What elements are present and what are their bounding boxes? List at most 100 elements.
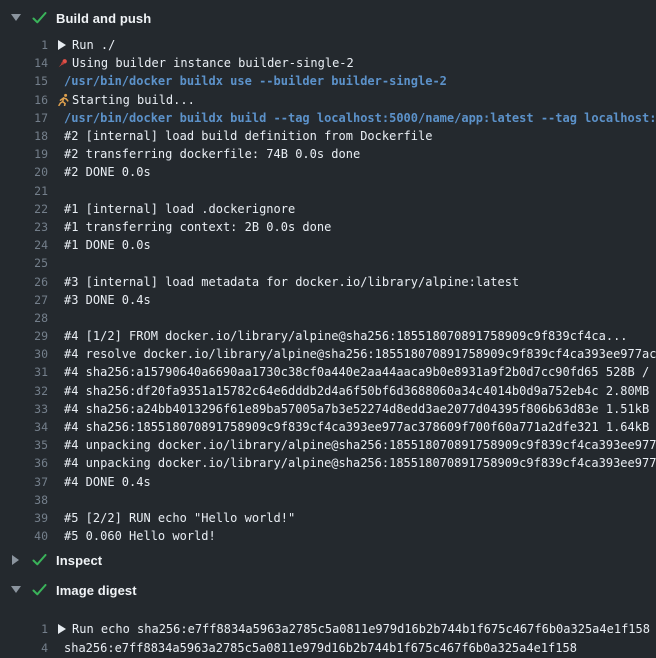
step-header-inspect[interactable]: Inspect (0, 545, 656, 575)
log-line: 19 #2 transferring dockerfile: 74B 0.0s d… (0, 145, 656, 163)
line-number[interactable]: 38 (0, 493, 48, 507)
line-number[interactable]: 27 (0, 293, 48, 307)
log-line: 4 sha256:e7ff8834a5963a2785c5a0811e979d16… (0, 638, 656, 657)
log-text: /usr/bin/docker buildx build --tag local… (64, 111, 656, 125)
line-number[interactable]: 32 (0, 384, 48, 398)
log-line: 22 #1 [internal] load .dockerignore (0, 200, 656, 218)
log-line: 37 #4 DONE 0.4s (0, 473, 656, 491)
line-number[interactable]: 15 (0, 74, 48, 88)
step-log-lines: 1 Run echo sha256:e7ff8834a5963a2785c5a08… (0, 619, 656, 657)
line-number[interactable]: 22 (0, 202, 48, 216)
line-number[interactable]: 17 (0, 111, 48, 125)
log-line: 33#4 sha256:a24bb4013296f61e89ba57005a7b… (0, 400, 656, 418)
log-line: 15/usr/bin/docker buildx use --builder b… (0, 72, 656, 90)
log-line: 16 Starting build... (0, 91, 656, 109)
line-number[interactable]: 29 (0, 329, 48, 343)
line-number[interactable]: 14 (0, 56, 48, 70)
pushpin-icon (54, 57, 70, 70)
log-line: 14 Using builder instance builder-single-… (0, 54, 656, 72)
log-text: #4 sha256:df20fa9351a15782c64e6dddb2d4a6… (64, 384, 656, 398)
workflow-log-viewer: Build and push 1Run ./14Using builder in… (0, 0, 656, 658)
log-line: 24 #1 DONE 0.0s (0, 236, 656, 254)
check-icon (31, 582, 47, 598)
log-text: #3 [internal] load metadata for docker.i… (64, 275, 519, 289)
line-number[interactable]: 16 (0, 93, 48, 107)
line-number[interactable]: 24 (0, 238, 48, 252)
log-line: 29#4 [1/2] FROM docker.io/library/alpine… (0, 327, 656, 345)
line-number[interactable]: 33 (0, 402, 48, 416)
log-text: #4 resolve docker.io/library/alpine@sha2… (64, 347, 656, 361)
log-text: /usr/bin/docker buildx use --builder bui… (64, 74, 447, 88)
line-number[interactable]: 40 (0, 529, 48, 543)
log-line: 28 (0, 309, 656, 327)
log-line: 1 Run echo sha256:e7ff8834a5963a2785c5a08… (0, 619, 656, 638)
line-number[interactable]: 1 (0, 622, 48, 636)
line-number[interactable]: 34 (0, 420, 48, 434)
check-icon (31, 10, 47, 26)
check-icon (31, 552, 47, 568)
play-icon[interactable] (54, 40, 70, 50)
log-text: Using builder instance builder-single-2 (72, 56, 354, 70)
log-line: 35 #4 unpacking docker.io/library/alpine@… (0, 436, 656, 454)
log-text: Run echo sha256:e7ff8834a5963a2785c5a081… (72, 622, 650, 636)
log-line: 26 #3 [internal] load metadata for docker… (0, 272, 656, 290)
line-number[interactable]: 21 (0, 184, 48, 198)
step-title: Build and push (56, 11, 151, 26)
log-text: #5 0.060 Hello world! (64, 529, 216, 543)
line-number[interactable]: 28 (0, 311, 48, 325)
log-text: #4 sha256:185518070891758909c9f839cf4ca3… (64, 420, 656, 434)
log-line: 20 #2 DONE 0.0s (0, 163, 656, 181)
log-line: 40 #5 0.060 Hello world! (0, 527, 656, 545)
line-number[interactable]: 30 (0, 347, 48, 361)
log-text: #4 DONE 0.4s (64, 475, 151, 489)
line-number[interactable]: 25 (0, 256, 48, 270)
chevron-down-icon[interactable] (10, 584, 22, 596)
log-text: #3 DONE 0.4s (64, 293, 151, 307)
log-line: 18#2 [internal] load build definition fr… (0, 127, 656, 145)
log-text: #1 transferring context: 2B 0.0s done (64, 220, 331, 234)
step-section-image-digest: Image digest 1 Run echo sha256:e7ff8834a5… (0, 575, 656, 657)
log-text: #4 unpacking docker.io/library/alpine@sh… (64, 456, 656, 470)
line-number[interactable]: 36 (0, 456, 48, 470)
log-text: #5 [2/2] RUN echo "Hello world!" (64, 511, 295, 525)
log-line: 32 #4 sha256:df20fa9351a15782c64e6dddb2d4… (0, 382, 656, 400)
line-number[interactable]: 39 (0, 511, 48, 525)
log-text: Run ./ (72, 38, 115, 52)
log-text: #1 [internal] load .dockerignore (64, 202, 295, 216)
log-line: 25 (0, 254, 656, 272)
line-number[interactable]: 37 (0, 475, 48, 489)
log-line: 31 #4 sha256:a15790640a6690aa1730c38cf0a4… (0, 363, 656, 381)
line-number[interactable]: 18 (0, 129, 48, 143)
play-icon[interactable] (54, 624, 70, 634)
log-text: #4 sha256:a15790640a6690aa1730c38cf0a440… (64, 365, 656, 379)
log-text: #2 DONE 0.0s (64, 165, 151, 179)
log-text: sha256:e7ff8834a5963a2785c5a0811e979d16b… (64, 641, 577, 655)
line-number[interactable]: 26 (0, 275, 48, 289)
log-text: #1 DONE 0.0s (64, 238, 151, 252)
chevron-right-icon[interactable] (10, 554, 22, 566)
log-line: 17/usr/bin/docker buildx build --tag loc… (0, 109, 656, 127)
line-number[interactable]: 23 (0, 220, 48, 234)
chevron-down-icon[interactable] (10, 12, 22, 24)
step-title: Inspect (56, 553, 102, 568)
log-text: #2 transferring dockerfile: 74B 0.0s don… (64, 147, 360, 161)
log-line: 21 (0, 182, 656, 200)
line-number[interactable]: 31 (0, 365, 48, 379)
step-header-build-and-push[interactable]: Build and push (0, 0, 656, 36)
line-number[interactable]: 20 (0, 165, 48, 179)
line-number[interactable]: 35 (0, 438, 48, 452)
line-number[interactable]: 19 (0, 147, 48, 161)
log-line: 39 #5 [2/2] RUN echo "Hello world!" (0, 509, 656, 527)
log-line: 30 #4 resolve docker.io/library/alpine@sh… (0, 345, 656, 363)
step-header-image-digest[interactable]: Image digest (0, 575, 656, 605)
log-text: Starting build... (72, 93, 195, 107)
step-title: Image digest (56, 583, 137, 598)
log-line: 36 #4 unpacking docker.io/library/alpine@… (0, 454, 656, 472)
log-line: 38 (0, 491, 656, 509)
log-line: 1 Run ./ (0, 36, 656, 54)
line-number[interactable]: 4 (0, 641, 48, 655)
step-section-build-and-push: Build and push 1 Run ./ 14 Using builder in… (0, 0, 656, 545)
log-line: 23 #1 transferring context: 2B 0.0s done (0, 218, 656, 236)
line-number[interactable]: 1 (0, 38, 48, 52)
log-text: #4 unpacking docker.io/library/alpine@sh… (64, 438, 656, 452)
